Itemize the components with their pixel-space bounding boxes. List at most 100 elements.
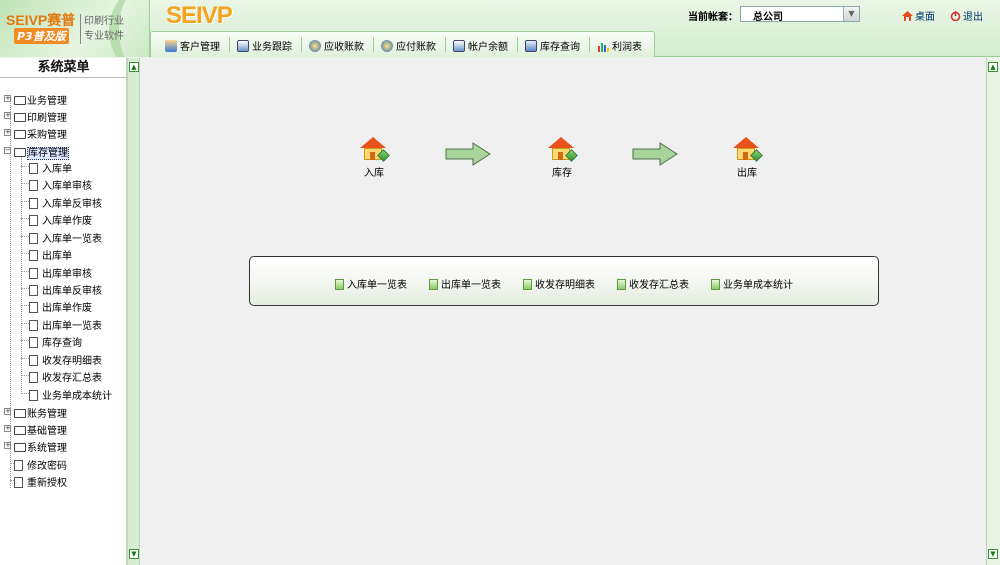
scroll-down-icon[interactable]: ▼ (988, 549, 998, 559)
report-io-summary[interactable]: 收发存汇总表 (617, 276, 689, 291)
document-icon (14, 460, 23, 471)
report-icon (617, 279, 626, 290)
flow-node-stock-in[interactable]: 入库 (344, 137, 404, 179)
tree-item-label: 出库单反审核 (42, 286, 102, 297)
tree-item-stock-in-order[interactable]: 入库单 (29, 160, 72, 175)
report-label: 收发存汇总表 (629, 280, 689, 291)
desktop-link[interactable]: 桌面 (902, 8, 935, 23)
receivable-icon (309, 40, 321, 52)
account-selected-value: 总公司 (753, 12, 783, 23)
folder-open-icon (14, 148, 26, 157)
nav-profit-label: 利润表 (612, 42, 642, 53)
warehouse-icon (359, 137, 390, 162)
nav-balance-label: 帐户余额 (468, 42, 508, 53)
tree-item-reauthorize[interactable]: 重新授权 (14, 474, 67, 489)
nav-tracking-label: 业务跟踪 (252, 42, 292, 53)
nav-divider (589, 37, 590, 52)
warehouse-icon (547, 137, 578, 162)
tree-branch (21, 358, 29, 359)
tree-item-stock-out-audit[interactable]: 出库单审核 (29, 265, 92, 280)
folder-icon (14, 96, 26, 105)
scroll-up-icon[interactable]: ▲ (129, 62, 139, 72)
document-icon (29, 163, 38, 174)
tree-item-label: 业务单成本统计 (42, 391, 112, 402)
tree-item-stock-out-void[interactable]: 出库单作废 (29, 299, 92, 314)
tree-branch (21, 183, 29, 184)
tree-item-order-cost[interactable]: 业务单成本统计 (29, 387, 112, 402)
report-icon (429, 279, 438, 290)
logout-icon (950, 11, 961, 21)
tree-item-inventory-query[interactable]: 库存查询 (29, 334, 82, 349)
inventory-icon (525, 40, 537, 52)
tree-group-printing[interactable]: + 印刷管理 (4, 109, 67, 124)
tree-group-basic[interactable]: + 基础管理 (4, 422, 67, 437)
arrow-right-icon (445, 142, 491, 166)
report-panel: 入库单一览表 出库单一览表 收发存明细表 收发存汇总表 业务单成本统计 (249, 256, 879, 306)
flow-node-label: 入库 (364, 168, 384, 179)
tree-group-label: 账务管理 (27, 409, 67, 420)
tree-item-stock-in-audit[interactable]: 入库单审核 (29, 177, 92, 192)
document-icon (29, 198, 38, 209)
report-io-detail[interactable]: 收发存明细表 (523, 276, 595, 291)
expand-icon[interactable]: + (4, 95, 11, 102)
tree-item-stock-out-order[interactable]: 出库单 (29, 247, 72, 262)
nav-receivables[interactable]: 应收账款 (309, 38, 364, 53)
tree-group-accounting[interactable]: + 账务管理 (4, 405, 67, 420)
scroll-down-icon[interactable]: ▼ (129, 549, 139, 559)
report-label: 业务单成本统计 (723, 280, 793, 291)
customer-icon (165, 40, 177, 52)
tree-item-io-detail[interactable]: 收发存明细表 (29, 352, 102, 367)
tree-branch (21, 253, 29, 254)
house-roof (360, 137, 386, 148)
report-icon (335, 279, 344, 290)
tree-item-stock-in-void[interactable]: 入库单作废 (29, 212, 92, 227)
nav-profit-statement[interactable]: 利润表 (597, 38, 642, 53)
logout-link[interactable]: 退出 (950, 8, 983, 23)
report-stock-in-list[interactable]: 入库单一览表 (335, 276, 407, 291)
tree-item-stock-in-list[interactable]: 入库单一览表 (29, 230, 102, 245)
tree-branch (21, 271, 29, 272)
flow-node-inventory[interactable]: 库存 (532, 137, 592, 179)
tree-item-stock-in-unaudit[interactable]: 入库单反审核 (29, 195, 102, 210)
nav-payables[interactable]: 应付账款 (381, 38, 436, 53)
report-icon (711, 279, 720, 290)
tree-group-system[interactable]: + 系统管理 (4, 439, 67, 454)
nav-customer-management[interactable]: 客户管理 (165, 38, 220, 53)
report-order-cost[interactable]: 业务单成本统计 (711, 276, 793, 291)
tree-item-change-password[interactable]: 修改密码 (14, 457, 67, 472)
document-icon (29, 372, 38, 383)
expand-icon[interactable]: + (4, 129, 11, 136)
sidebar-splitter[interactable]: ▲ ▼ (127, 58, 140, 565)
scroll-up-icon[interactable]: ▲ (988, 62, 998, 72)
tree-group-label: 系统管理 (27, 443, 67, 454)
tree-group-label: 采购管理 (27, 130, 67, 141)
collapse-icon[interactable]: − (4, 147, 11, 154)
account-select[interactable]: 总公司 ▼ (740, 6, 860, 23)
folder-icon (14, 443, 26, 452)
tree-group-business[interactable]: + 业务管理 (4, 92, 67, 107)
tree-item-label: 入库单审核 (42, 181, 92, 192)
expand-icon[interactable]: + (4, 425, 11, 432)
nav-inventory-query[interactable]: 库存查询 (525, 38, 580, 53)
tree-item-io-summary[interactable]: 收发存汇总表 (29, 369, 102, 384)
flow-node-label: 库存 (552, 168, 572, 179)
right-scrollbar[interactable]: ▲ ▼ (986, 58, 1000, 565)
tree-item-label: 出库单一览表 (42, 321, 102, 332)
tree-branch (21, 166, 29, 167)
tree-item-label: 入库单 (42, 164, 72, 175)
expand-icon[interactable]: + (4, 112, 11, 119)
tree-item-label: 收发存明细表 (42, 356, 102, 367)
tree-branch (21, 236, 29, 237)
report-stock-out-list[interactable]: 出库单一览表 (429, 276, 501, 291)
expand-icon[interactable]: + (4, 408, 11, 415)
tree-item-stock-out-list[interactable]: 出库单一览表 (29, 317, 102, 332)
nav-account-balance[interactable]: 帐户余额 (453, 38, 508, 53)
tree-item-stock-out-unaudit[interactable]: 出库单反审核 (29, 282, 102, 297)
expand-icon[interactable]: + (4, 442, 11, 449)
tree-branch (21, 218, 29, 219)
tree-group-purchasing[interactable]: + 采购管理 (4, 126, 67, 141)
flow-node-stock-out[interactable]: 出库 (717, 137, 777, 179)
chevron-down-icon[interactable]: ▼ (843, 7, 859, 21)
tree-group-inventory[interactable]: − 库存管理 (4, 144, 69, 160)
nav-business-tracking[interactable]: 业务跟踪 (237, 38, 292, 53)
